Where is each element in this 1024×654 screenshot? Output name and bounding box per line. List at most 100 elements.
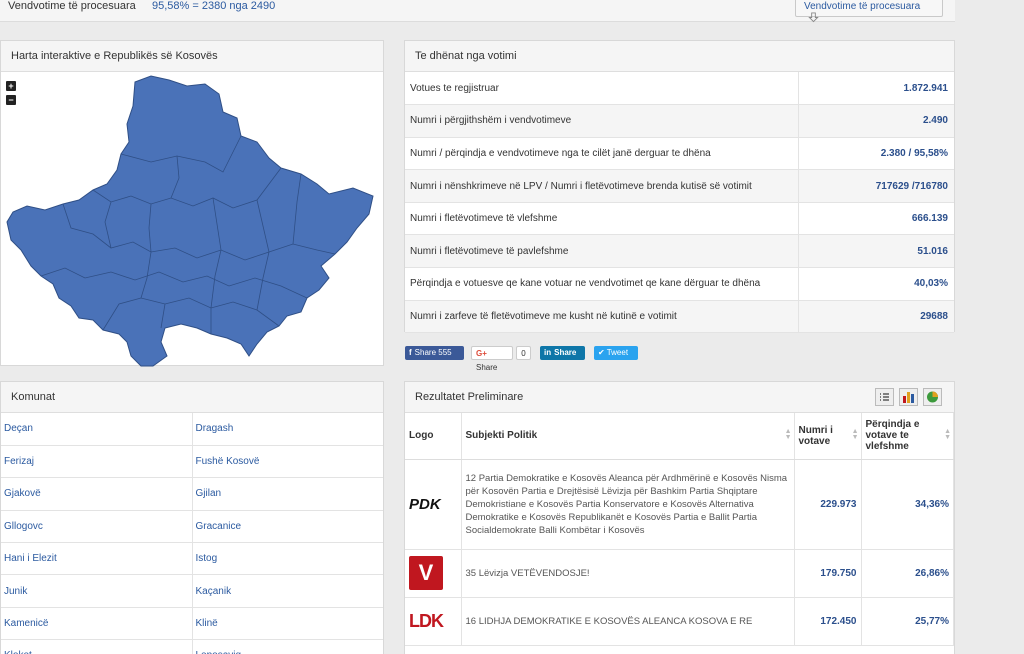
kosovo-map[interactable]: [1, 72, 385, 367]
table-row: KlokotLeposaviq: [1, 639, 383, 654]
row-label: Numri i zarfeve të fletëvotimeve me kush…: [405, 300, 798, 334]
ldk-logo: LDK: [409, 610, 444, 631]
party-votes: 172.450: [794, 597, 862, 646]
table-row: Numri / përqindja e vendvotimeve nga te …: [405, 137, 954, 171]
voting-data-panel: Te dhënat nga votimi Votues te regjistru…: [404, 40, 955, 334]
party-subject: 12 Partia Demokratike e Kosovës Aleanca …: [461, 459, 795, 550]
google-share-button[interactable]: G+ Share: [471, 346, 513, 372]
row-label: Numri i fletëvotimeve të vlefshme: [405, 202, 798, 236]
municipality-link[interactable]: Gjilan: [191, 477, 383, 511]
kosovo-municipalities-shape[interactable]: [6, 75, 374, 367]
row-value: 40,03%: [797, 267, 954, 301]
municipality-link[interactable]: Junik: [1, 574, 192, 608]
sort-icon[interactable]: ▲ ▼: [944, 428, 951, 441]
row-label: Numri i përgjithshëm i vendvotimeve: [405, 104, 798, 138]
table-row[interactable]: V 35 Lëvizja VETËVENDOSJE! 179.750 26,86…: [405, 549, 954, 598]
logo-header-label: Logo: [409, 430, 434, 442]
row-value: 666.139: [797, 202, 954, 236]
municipality-link[interactable]: Leposaviq: [191, 639, 383, 654]
table-row: Votues te regjistruar 1.872.941: [405, 72, 954, 106]
preliminary-results-panel: Rezultatet Preliminare Logo Subjekti Pol…: [404, 381, 955, 654]
voting-data-table: Votues te regjistruar 1.872.941 Numri i p…: [405, 72, 954, 334]
row-value: 29688: [797, 300, 954, 334]
table-row[interactable]: PDK 12 Partia Demokratike e Kosovës Alea…: [405, 459, 954, 550]
table-row: Numri i përgjithshëm i vendvotimeve 2.490: [405, 104, 954, 138]
municipality-link[interactable]: Dragash: [191, 413, 383, 446]
municipality-link[interactable]: Hani i Elezit: [1, 542, 192, 576]
votes-header-label: Numri i votave: [798, 424, 833, 447]
table-row: Gllogovc Gracanice: [1, 510, 383, 544]
row-label: Përqindja e votuesve qe kane votuar ne v…: [405, 267, 798, 301]
municipality-link[interactable]: Istog: [191, 542, 383, 576]
linkedin-share-label: Share: [554, 348, 577, 357]
linkedin-icon: in: [544, 348, 552, 357]
votes-column-header[interactable]: Numri i votave ▲ ▼: [794, 413, 862, 460]
row-value: 2.490: [797, 104, 954, 138]
table-row: Përqindja e votuesve qe kane votuar ne v…: [405, 267, 954, 301]
table-row[interactable]: LDK 16 LIDHJA DEMOKRATIKE E KOSOVËS ALEA…: [405, 597, 954, 646]
row-value: 2.380 / 95,58%: [797, 137, 954, 171]
table-row: Junik Kaçanik: [1, 574, 383, 608]
municipality-link[interactable]: Ferizaj: [1, 445, 192, 479]
sort-icon[interactable]: ▲ ▼: [785, 428, 792, 441]
google-share-label: Share: [476, 363, 498, 372]
party-percent: 26,86%: [861, 549, 954, 598]
municipality-link[interactable]: Gllogovc: [1, 510, 192, 544]
download-arrow-icon: [808, 12, 819, 23]
logo-column-header: Logo: [405, 413, 462, 460]
bar-chart-view-icon[interactable]: [898, 388, 918, 406]
sort-icon[interactable]: ▲ ▼: [852, 428, 859, 441]
table-row: Numri i zarfeve të fletëvotimeve me kush…: [405, 300, 954, 334]
twitter-icon: ✔: [598, 348, 605, 357]
municipality-link[interactable]: Gracanice: [191, 510, 383, 544]
google-share-count: 0: [516, 346, 531, 360]
processed-button-label: Vendvotime të procesuara: [804, 1, 921, 12]
party-logo-cell: PDK: [405, 459, 462, 550]
results-table: Logo Subjekti Politik ▲ ▼ Numri i votave ▲ ▼…: [405, 413, 954, 646]
row-label: Numri i nënshkrimeve në LPV / Numri i fl…: [405, 169, 798, 203]
list-view-icon[interactable]: [874, 388, 894, 406]
table-row: Numri i fletëvotimeve të pavlefshme 51.01…: [405, 234, 954, 269]
table-row: Gjakovë Gjilan: [1, 477, 383, 511]
municipality-link[interactable]: Klinë: [191, 607, 383, 641]
municipality-link[interactable]: Kaçanik: [191, 574, 383, 608]
municipality-link[interactable]: Klokot: [1, 639, 192, 654]
table-row: Deçan Dragash: [1, 413, 383, 446]
party-percent: 25,77%: [861, 597, 954, 646]
facebook-icon: f: [409, 348, 412, 357]
row-value: 1.872.941: [797, 72, 954, 106]
municipalities-panel: Komunat Deçan Dragash Ferizaj Fushë Kosovë…: [0, 381, 384, 654]
table-row: Ferizaj Fushë Kosovë: [1, 445, 383, 479]
pdk-logo: PDK: [409, 495, 441, 513]
pie-chart-view-icon[interactable]: [923, 388, 942, 406]
municipality-link[interactable]: Deçan: [1, 413, 192, 446]
party-subject: 35 Lëvizja VETËVENDOSJE!: [461, 549, 795, 598]
percent-column-header[interactable]: Përqindja e votave te vlefshme ▲ ▼: [861, 413, 954, 460]
twitter-tweet-button[interactable]: ✔ Tweet: [594, 346, 638, 360]
percent-header-label: Përqindja e votave te vlefshme: [865, 419, 920, 453]
google-plus-icon: G+: [476, 349, 487, 358]
party-votes: 229.973: [794, 459, 862, 550]
facebook-share-label: Share 555: [414, 348, 452, 357]
row-label: Numri / përqindja e vendvotimeve nga te …: [405, 137, 798, 171]
subject-column-header[interactable]: Subjekti Politik ▲ ▼: [461, 413, 795, 460]
facebook-share-button[interactable]: f Share 555: [405, 346, 464, 360]
map-panel-title: Harta interaktive e Republikës së Kosovë…: [1, 41, 383, 72]
linkedin-share-button[interactable]: in Share: [540, 346, 585, 360]
party-percent: 34,36%: [861, 459, 954, 550]
party-votes: 179.750: [794, 549, 862, 598]
row-label: Numri i fletëvotimeve të pavlefshme: [405, 234, 798, 269]
processed-label: Vendvotime të procesuara: [8, 0, 136, 12]
voting-data-title: Te dhënat nga votimi: [405, 41, 954, 72]
municipality-link[interactable]: Kamenicë: [1, 607, 192, 641]
table-row: Numri i nënshkrimeve në LPV / Numri i fl…: [405, 169, 954, 203]
municipalities-table: Deçan Dragash Ferizaj Fushë Kosovë Gjakovë…: [1, 413, 383, 654]
party-subject: 16 LIDHJA DEMOKRATIKE E KOSOVËS ALEANCA …: [461, 597, 795, 646]
row-value: 717629 /716780: [797, 169, 954, 203]
municipality-link[interactable]: Gjakovë: [1, 477, 192, 511]
municipalities-title: Komunat: [1, 382, 383, 413]
party-logo-cell: V: [405, 549, 462, 598]
processed-stations-button[interactable]: Vendvotime të procesuara: [795, 0, 943, 23]
row-value: 51.016: [797, 234, 954, 269]
municipality-link[interactable]: Fushë Kosovë: [191, 445, 383, 479]
